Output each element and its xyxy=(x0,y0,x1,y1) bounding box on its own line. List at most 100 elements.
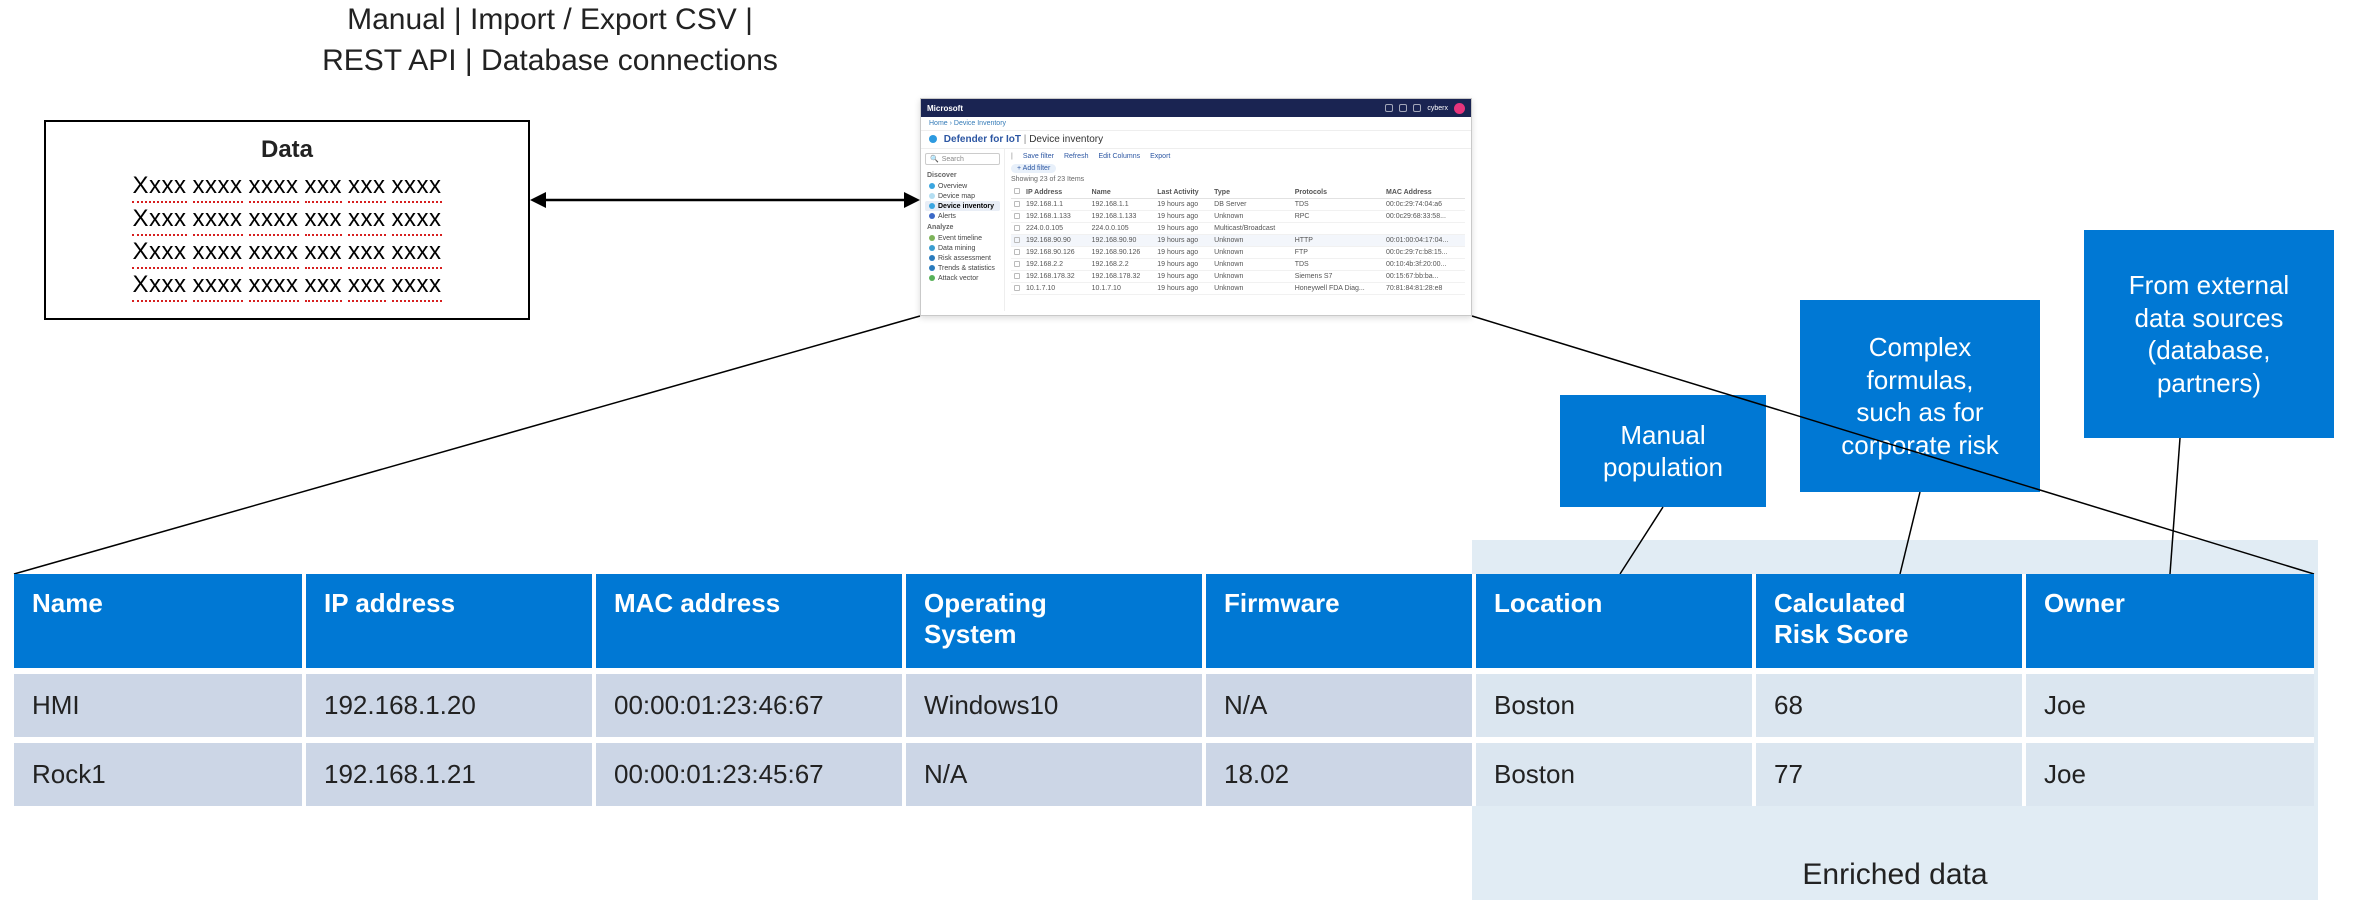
column-header[interactable]: Name xyxy=(1089,186,1155,199)
sidebar-item-icon xyxy=(929,275,935,281)
sidebar-item[interactable]: Device inventory xyxy=(925,201,1000,211)
edit-columns-button[interactable]: Edit Columns xyxy=(1098,153,1140,160)
cell: TDS xyxy=(1292,259,1383,271)
sidebar-item[interactable]: Risk assessment xyxy=(925,253,1000,263)
table-row[interactable]: 192.168.1.1192.168.1.119 hours agoDB Ser… xyxy=(1011,199,1465,211)
sidebar-item[interactable]: Event timeline xyxy=(925,233,1000,243)
cell: 00:00:01:23:46:67 xyxy=(594,671,904,740)
cell: 224.0.0.105 xyxy=(1023,223,1089,235)
page-title-brand: Defender for IoT xyxy=(944,134,1021,145)
sidebar-item-label: Risk assessment xyxy=(938,255,991,262)
cell: 192.168.178.32 xyxy=(1023,271,1089,283)
cell: Windows10 xyxy=(904,671,1204,740)
sidebar-item[interactable]: Device map xyxy=(925,191,1000,201)
column-header: Name xyxy=(14,574,304,671)
avatar[interactable] xyxy=(1454,103,1465,114)
help-icon[interactable] xyxy=(1413,104,1421,112)
sidebar-item[interactable]: Overview xyxy=(925,181,1000,191)
column-header[interactable]: Protocols xyxy=(1292,186,1383,199)
table-row: Rock1192.168.1.2100:00:01:23:45:67N/A18.… xyxy=(14,740,2314,806)
sidebar-item-label: Data mining xyxy=(938,245,975,252)
data-row: Xxxxxxxxxxxxxxxxxxxxxx xyxy=(72,172,502,203)
app-screenshot: Microsoft cyberx Home › Device Inventory… xyxy=(920,98,1472,316)
callout-external: From externaldata sources(database,partn… xyxy=(2084,230,2334,438)
cell: 192.168.2.2 xyxy=(1089,259,1155,271)
cell: 192.168.1.133 xyxy=(1023,211,1089,223)
shield-icon xyxy=(929,135,937,143)
table-row[interactable]: 192.168.178.32192.168.178.3219 hours ago… xyxy=(1011,271,1465,283)
table-row[interactable]: 10.1.7.1010.1.7.1019 hours agoUnknownHon… xyxy=(1011,283,1465,295)
cell: Multicast/Broadcast xyxy=(1211,223,1292,235)
table-row[interactable]: 224.0.0.105224.0.0.10519 hours agoMultic… xyxy=(1011,223,1465,235)
cell: 19 hours ago xyxy=(1154,271,1211,283)
cell: N/A xyxy=(904,740,1204,806)
sidebar-item[interactable]: Alerts xyxy=(925,211,1000,221)
column-header[interactable]: MAC Address xyxy=(1383,186,1465,199)
page-title-section: Device inventory xyxy=(1029,134,1103,145)
cell: 19 hours ago xyxy=(1154,223,1211,235)
sidebar-item-label: Attack vector xyxy=(938,275,978,282)
column-header: CalculatedRisk Score xyxy=(1754,574,2024,671)
enriched-label: Enriched data xyxy=(1472,858,2318,892)
search-placeholder: Search xyxy=(942,156,964,163)
cell: 224.0.0.105 xyxy=(1089,223,1155,235)
refresh-button[interactable]: Refresh xyxy=(1064,153,1089,160)
cell: 68 xyxy=(1754,671,2024,740)
cell: 19 hours ago xyxy=(1154,259,1211,271)
cell: FTP xyxy=(1292,247,1383,259)
settings-icon[interactable] xyxy=(1399,104,1407,112)
sidebar-item[interactable]: Trends & statistics xyxy=(925,263,1000,273)
add-filter-button[interactable]: + Add filter xyxy=(1011,164,1056,173)
cell: DB Server xyxy=(1211,199,1292,211)
table-row[interactable]: 192.168.1.133192.168.1.13319 hours agoUn… xyxy=(1011,211,1465,223)
cell: 19 hours ago xyxy=(1154,283,1211,295)
cell: 192.168.90.90 xyxy=(1089,235,1155,247)
cell: 77 xyxy=(1754,740,2024,806)
app-user: cyberx xyxy=(1427,105,1448,112)
cell: 192.168.2.2 xyxy=(1023,259,1089,271)
cell: HTTP xyxy=(1292,235,1383,247)
result-count: Showing 23 of 23 Items xyxy=(1011,176,1465,183)
sidebar-item[interactable]: Data mining xyxy=(925,243,1000,253)
cell: 192.168.1.20 xyxy=(304,671,594,740)
cell: 00:10:4b:3f:20:00... xyxy=(1383,259,1465,271)
table-row[interactable]: 192.168.90.90192.168.90.9019 hours agoUn… xyxy=(1011,235,1465,247)
cell: Siemens S7 xyxy=(1292,271,1383,283)
app-title-bar: Microsoft cyberx xyxy=(921,99,1471,117)
cell: HMI xyxy=(14,671,304,740)
cell: Unknown xyxy=(1211,283,1292,295)
cell: 192.168.90.90 xyxy=(1023,235,1089,247)
cell: 18.02 xyxy=(1204,740,1474,806)
cell: N/A xyxy=(1204,671,1474,740)
callout-manual: Manualpopulation xyxy=(1560,395,1766,507)
column-header[interactable]: Last Activity xyxy=(1154,186,1211,199)
cell: Unknown xyxy=(1211,211,1292,223)
cell: 00:0c29:68:33:58... xyxy=(1383,211,1465,223)
search-input[interactable]: 🔍 Search xyxy=(925,153,1000,165)
cell: Unknown xyxy=(1211,271,1292,283)
sidebar-item[interactable]: Attack vector xyxy=(925,273,1000,283)
sidebar-item-icon xyxy=(929,213,935,219)
cell: Unknown xyxy=(1211,259,1292,271)
breadcrumb[interactable]: Home › Device Inventory xyxy=(921,117,1471,131)
callout-formulas: Complexformulas,such as forcorporate ris… xyxy=(1800,300,2040,492)
table-row[interactable]: 192.168.2.2192.168.2.219 hours agoUnknow… xyxy=(1011,259,1465,271)
cell: 19 hours ago xyxy=(1154,199,1211,211)
cell: Boston xyxy=(1474,740,1754,806)
column-header[interactable]: Type xyxy=(1211,186,1292,199)
cell: 00:0c:29:7c:b8:15... xyxy=(1383,247,1465,259)
sidebar-item-label: Event timeline xyxy=(938,235,982,242)
cell: Boston xyxy=(1474,671,1754,740)
page-title: Defender for IoT | Device inventory xyxy=(921,131,1471,149)
sidebar-item-label: Trends & statistics xyxy=(938,265,995,272)
save-filter-button[interactable]: Save filter xyxy=(1023,153,1054,160)
device-table: IP AddressNameLast ActivityTypeProtocols… xyxy=(1011,186,1465,295)
column-header[interactable]: IP Address xyxy=(1023,186,1089,199)
sidebar-item-label: Device map xyxy=(938,193,975,200)
table-row[interactable]: 192.168.90.126192.168.90.12619 hours ago… xyxy=(1011,247,1465,259)
cell: TDS xyxy=(1292,199,1383,211)
cell: 19 hours ago xyxy=(1154,235,1211,247)
notif-icon[interactable] xyxy=(1385,104,1393,112)
export-button[interactable]: Export xyxy=(1150,153,1170,160)
data-source-box: Data XxxxxxxxxxxxxxxxxxxxxxXxxxxxxxxxxxx… xyxy=(44,120,530,320)
